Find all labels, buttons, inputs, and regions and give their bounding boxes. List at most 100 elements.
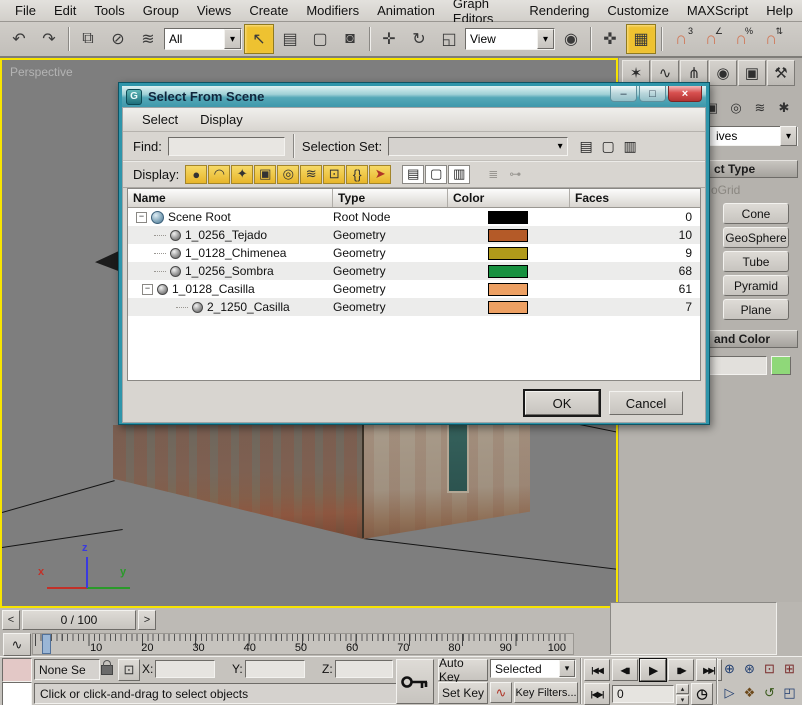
dialog-menu-select[interactable]: Select xyxy=(131,110,189,129)
selection-filter-dropdown[interactable]: All ▾ xyxy=(164,28,242,50)
auto-key-button[interactable]: Auto Key xyxy=(438,659,488,681)
selection-set-status-field[interactable]: None Se xyxy=(34,659,100,680)
dropdown-arrow-icon[interactable]: ▾ xyxy=(559,660,575,677)
select-and-manipulate-button[interactable]: ✜ xyxy=(596,25,624,53)
unlink-selection-icon[interactable]: ⊘ xyxy=(104,25,132,53)
table-row-casilla-child[interactable]: 2_1250_Casilla Geometry 7 xyxy=(128,298,700,316)
tab-utilities[interactable]: ⚒ xyxy=(767,60,795,86)
orbit-button[interactable]: ↺ xyxy=(760,683,779,703)
table-row-tejado[interactable]: 1_0256_Tejado Geometry 10 xyxy=(128,226,700,244)
y-coordinate-field[interactable] xyxy=(245,660,305,678)
dropdown-arrow-icon[interactable]: ▾ xyxy=(537,29,554,49)
menu-maxscript[interactable]: MAXScript xyxy=(678,1,757,20)
display-lights-toggle[interactable]: ✦ xyxy=(231,165,253,184)
column-header-type[interactable]: Type xyxy=(333,189,448,207)
spinner-snap-toggle[interactable]: ∩⇅ xyxy=(757,25,785,53)
field-of-view-button[interactable]: ▷ xyxy=(720,683,739,703)
selection-set-dropdown[interactable]: ▾ xyxy=(388,137,568,156)
display-groups-toggle[interactable]: ⊡ xyxy=(323,165,345,184)
percent-snap-toggle[interactable]: ∩% xyxy=(727,25,755,53)
view-blank-toggle[interactable]: ▢ xyxy=(425,165,447,184)
dropdown-arrow-icon[interactable]: ▾ xyxy=(780,126,797,146)
plane-button[interactable]: Plane xyxy=(723,299,789,320)
previous-frame-arrow[interactable]: < xyxy=(2,610,20,630)
helpers-category-icon[interactable]: ◎ xyxy=(725,98,747,118)
edit-named-selections-icon[interactable]: ▤ xyxy=(576,137,596,156)
window-crossing-toggle[interactable]: ◙ xyxy=(336,25,364,53)
ok-button[interactable]: OK xyxy=(525,391,599,415)
tab-motion[interactable]: ◉ xyxy=(709,60,737,86)
table-row-chimenea[interactable]: 1_0128_Chimenea Geometry 9 xyxy=(128,244,700,262)
select-and-rotate-button[interactable]: ↻ xyxy=(405,25,433,53)
absolute-mode-toggle[interactable]: ⊡ xyxy=(118,659,140,681)
dropdown-arrow-icon[interactable]: ▾ xyxy=(553,141,567,152)
use-pivot-center-button[interactable]: ◉ xyxy=(557,25,585,53)
view-columns-toggle[interactable]: ▥ xyxy=(448,165,470,184)
track-bar-ruler[interactable]: 0 10 20 30 40 50 60 70 80 90 100 xyxy=(32,633,574,655)
menu-group[interactable]: Group xyxy=(134,1,188,20)
maximize-button[interactable]: □ xyxy=(639,86,666,102)
cone-button[interactable]: Cone xyxy=(723,203,789,224)
dialog-menu-display[interactable]: Display xyxy=(189,110,254,129)
select-object-button[interactable]: ↖ xyxy=(244,24,274,54)
zoom-extents-all-button[interactable]: ⊞ xyxy=(780,659,799,679)
go-to-start-button[interactable]: |◀◀ xyxy=(584,659,610,681)
previous-frame-button[interactable]: ◀▮ xyxy=(612,659,638,681)
display-helpers-toggle[interactable]: ◎ xyxy=(277,165,299,184)
set-key-button[interactable]: Set Key xyxy=(438,682,488,704)
go-to-end-button[interactable]: ▶▶| xyxy=(696,659,722,681)
spinner-down-button[interactable]: ▾ xyxy=(676,695,689,705)
menu-modifiers[interactable]: Modifiers xyxy=(297,1,368,20)
menu-edit[interactable]: Edit xyxy=(45,1,85,20)
track-bar-frame-handle[interactable] xyxy=(42,634,51,654)
minimize-button[interactable]: – xyxy=(610,86,637,102)
x-coordinate-field[interactable] xyxy=(155,660,215,678)
menu-rendering[interactable]: Rendering xyxy=(520,1,598,20)
column-header-name[interactable]: Name xyxy=(128,189,333,207)
pyramid-button[interactable]: Pyramid xyxy=(723,275,789,296)
menu-animation[interactable]: Animation xyxy=(368,1,444,20)
open-mini-curve-editor-button[interactable]: ∿ xyxy=(3,633,31,656)
snaps-toggle[interactable]: ∩3 xyxy=(667,25,695,53)
redo-icon[interactable]: ↷ xyxy=(35,25,63,53)
undo-icon[interactable]: ↶ xyxy=(5,25,33,53)
dropdown-arrow-icon[interactable]: ▾ xyxy=(224,29,241,49)
menu-help[interactable]: Help xyxy=(757,1,802,20)
maxscript-mini-listener-pane[interactable] xyxy=(2,682,32,705)
time-slider[interactable]: 0 / 100 xyxy=(22,610,136,630)
set-key-mode-curve-button[interactable]: ∿ xyxy=(490,682,512,703)
display-bones-toggle[interactable]: ➤ xyxy=(369,165,391,184)
expander-icon[interactable]: − xyxy=(136,212,147,223)
expander-icon[interactable]: − xyxy=(142,284,153,295)
pan-view-button[interactable]: ❖ xyxy=(740,683,759,703)
display-geometry-toggle[interactable]: ● xyxy=(185,165,207,184)
house-model-right-face[interactable] xyxy=(363,425,530,539)
reference-coordinate-dropdown[interactable]: View ▾ xyxy=(465,28,555,50)
display-spacewarps-toggle[interactable]: ≋ xyxy=(300,165,322,184)
tab-display[interactable]: ▣ xyxy=(738,60,766,86)
key-filters-button[interactable]: Key Filters... xyxy=(514,682,578,703)
menu-customize[interactable]: Customize xyxy=(598,1,677,20)
key-filter-selection-dropdown[interactable]: Selected ▾ xyxy=(490,659,576,678)
viewport-label[interactable]: Perspective xyxy=(10,65,73,79)
dialog-title-bar[interactable]: G Select From Scene – □ × xyxy=(122,86,706,107)
select-invert-icon[interactable]: ▥ xyxy=(620,137,640,156)
menu-file[interactable]: File xyxy=(6,1,45,20)
geosphere-button[interactable]: GeoSphere xyxy=(723,227,789,248)
angle-snap-toggle[interactable]: ∩∠ xyxy=(697,25,725,53)
z-coordinate-field[interactable] xyxy=(335,660,393,678)
tube-button[interactable]: Tube xyxy=(723,251,789,272)
display-cameras-toggle[interactable]: ▣ xyxy=(254,165,276,184)
set-keys-button[interactable] xyxy=(396,659,434,704)
maxscript-mini-listener-macro-pane[interactable] xyxy=(2,658,32,682)
select-and-scale-button[interactable]: ◱ xyxy=(435,25,463,53)
menu-tools[interactable]: Tools xyxy=(85,1,133,20)
zoom-all-button[interactable]: ⊛ xyxy=(740,659,759,679)
table-row-casilla[interactable]: −1_0128_Casilla Geometry 61 xyxy=(128,280,700,298)
maximize-viewport-toggle[interactable]: ◰ xyxy=(780,683,799,703)
find-input[interactable] xyxy=(168,137,285,156)
spacewarps-category-icon[interactable]: ≋ xyxy=(749,98,771,118)
bind-to-spacewarp-icon[interactable]: ≋ xyxy=(134,25,162,53)
play-button[interactable]: ▶ xyxy=(640,659,666,681)
house-model-left-face[interactable] xyxy=(113,425,363,539)
